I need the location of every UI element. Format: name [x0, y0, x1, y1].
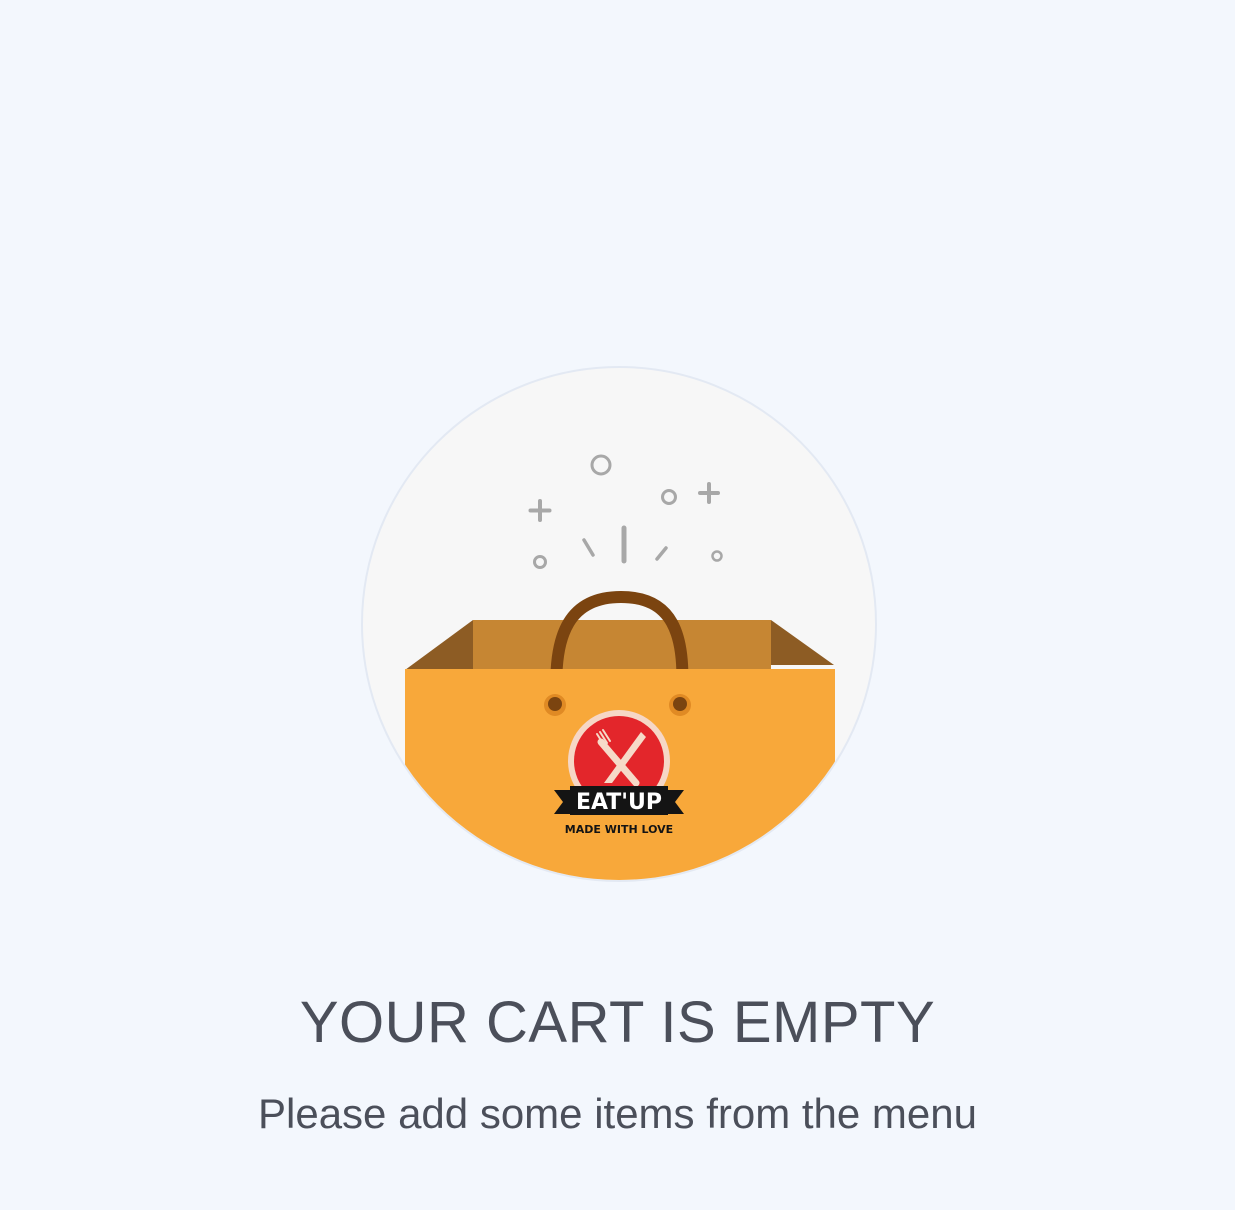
empty-cart-message: Please add some items from the menu: [257, 1090, 977, 1137]
empty-cart-title: YOUR CART IS EMPTY: [299, 990, 936, 1055]
logo-tagline-text: MADE WITH LOVE: [565, 823, 673, 836]
empty-shopping-bag-icon: EAT'UP MADE WITH LOVE: [361, 366, 877, 882]
logo-brand-text: EAT'UP: [576, 790, 662, 815]
empty-cart-illustration: EAT'UP MADE WITH LOVE: [360, 365, 878, 883]
